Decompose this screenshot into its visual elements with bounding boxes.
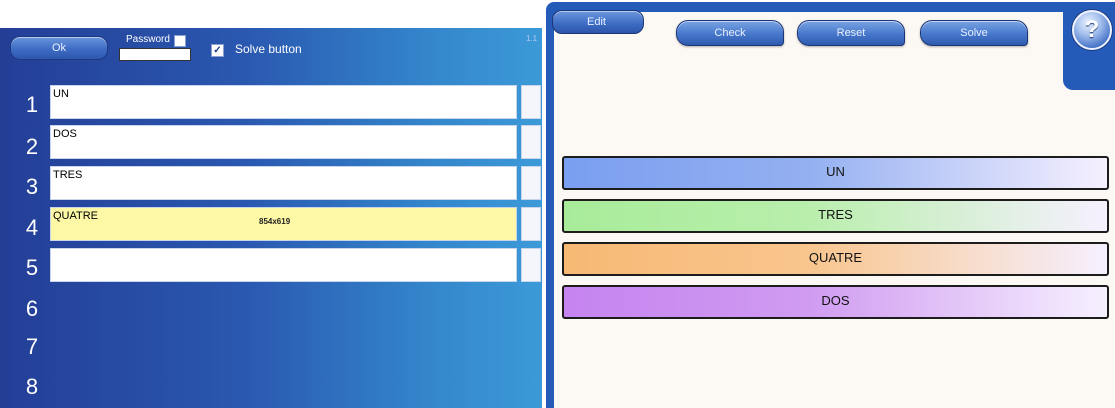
item-side-2[interactable]	[521, 125, 541, 159]
row-number-4: 4	[25, 215, 39, 240]
row-number-2: 2	[25, 134, 39, 159]
row-number-8: 8	[25, 374, 39, 399]
row-number-6: 6	[25, 296, 39, 321]
row-number-1: 1	[25, 92, 39, 117]
password-input[interactable]	[119, 48, 191, 61]
row-number-5: 5	[25, 255, 39, 280]
check-button[interactable]: Check	[676, 20, 784, 46]
toolbar-strip	[654, 2, 1064, 12]
item-side-1[interactable]	[521, 85, 541, 119]
help-container: ?	[1063, 2, 1115, 90]
item-side-3[interactable]	[521, 166, 541, 200]
password-checkbox[interactable]	[174, 35, 186, 47]
solve-button[interactable]: Solve	[920, 20, 1028, 46]
solve-button-checkbox[interactable]: ✓	[211, 44, 224, 57]
selection-dimensions: 854x619	[259, 217, 291, 226]
item-side-5[interactable]	[521, 248, 541, 282]
ok-button[interactable]: Ok	[10, 36, 108, 60]
row-number-3: 3	[25, 174, 39, 199]
item-field-5[interactable]	[50, 248, 517, 282]
item-field-1[interactable]: UN	[50, 85, 517, 119]
answer-bar-4[interactable]: DOS	[562, 285, 1109, 319]
editor-panel: Ok Password ✓ Solve button 1.1 1 UN 2 DO…	[0, 28, 542, 408]
item-field-2[interactable]: DOS	[50, 125, 517, 159]
answer-bar-3[interactable]: QUATRE	[562, 242, 1109, 276]
password-label: Password	[126, 34, 170, 45]
edit-button[interactable]: Edit	[552, 10, 644, 34]
answer-bar-1[interactable]: UN	[562, 156, 1109, 190]
solve-button-label: Solve button	[235, 42, 302, 56]
answer-bar-2[interactable]: TRES	[562, 199, 1109, 233]
item-field-4-text: QUATRE	[53, 210, 99, 222]
activity-panel: Edit Check Reset Solve ? UN TRES QUATRE …	[546, 2, 1115, 408]
item-side-4[interactable]	[521, 207, 541, 241]
row-number-7: 7	[25, 334, 39, 359]
reset-button[interactable]: Reset	[797, 20, 905, 46]
help-icon[interactable]: ?	[1072, 10, 1112, 50]
version-label: 1.1	[526, 34, 538, 43]
item-field-4[interactable]: QUATRE 854x619	[50, 207, 517, 241]
item-field-3[interactable]: TRES	[50, 166, 517, 200]
